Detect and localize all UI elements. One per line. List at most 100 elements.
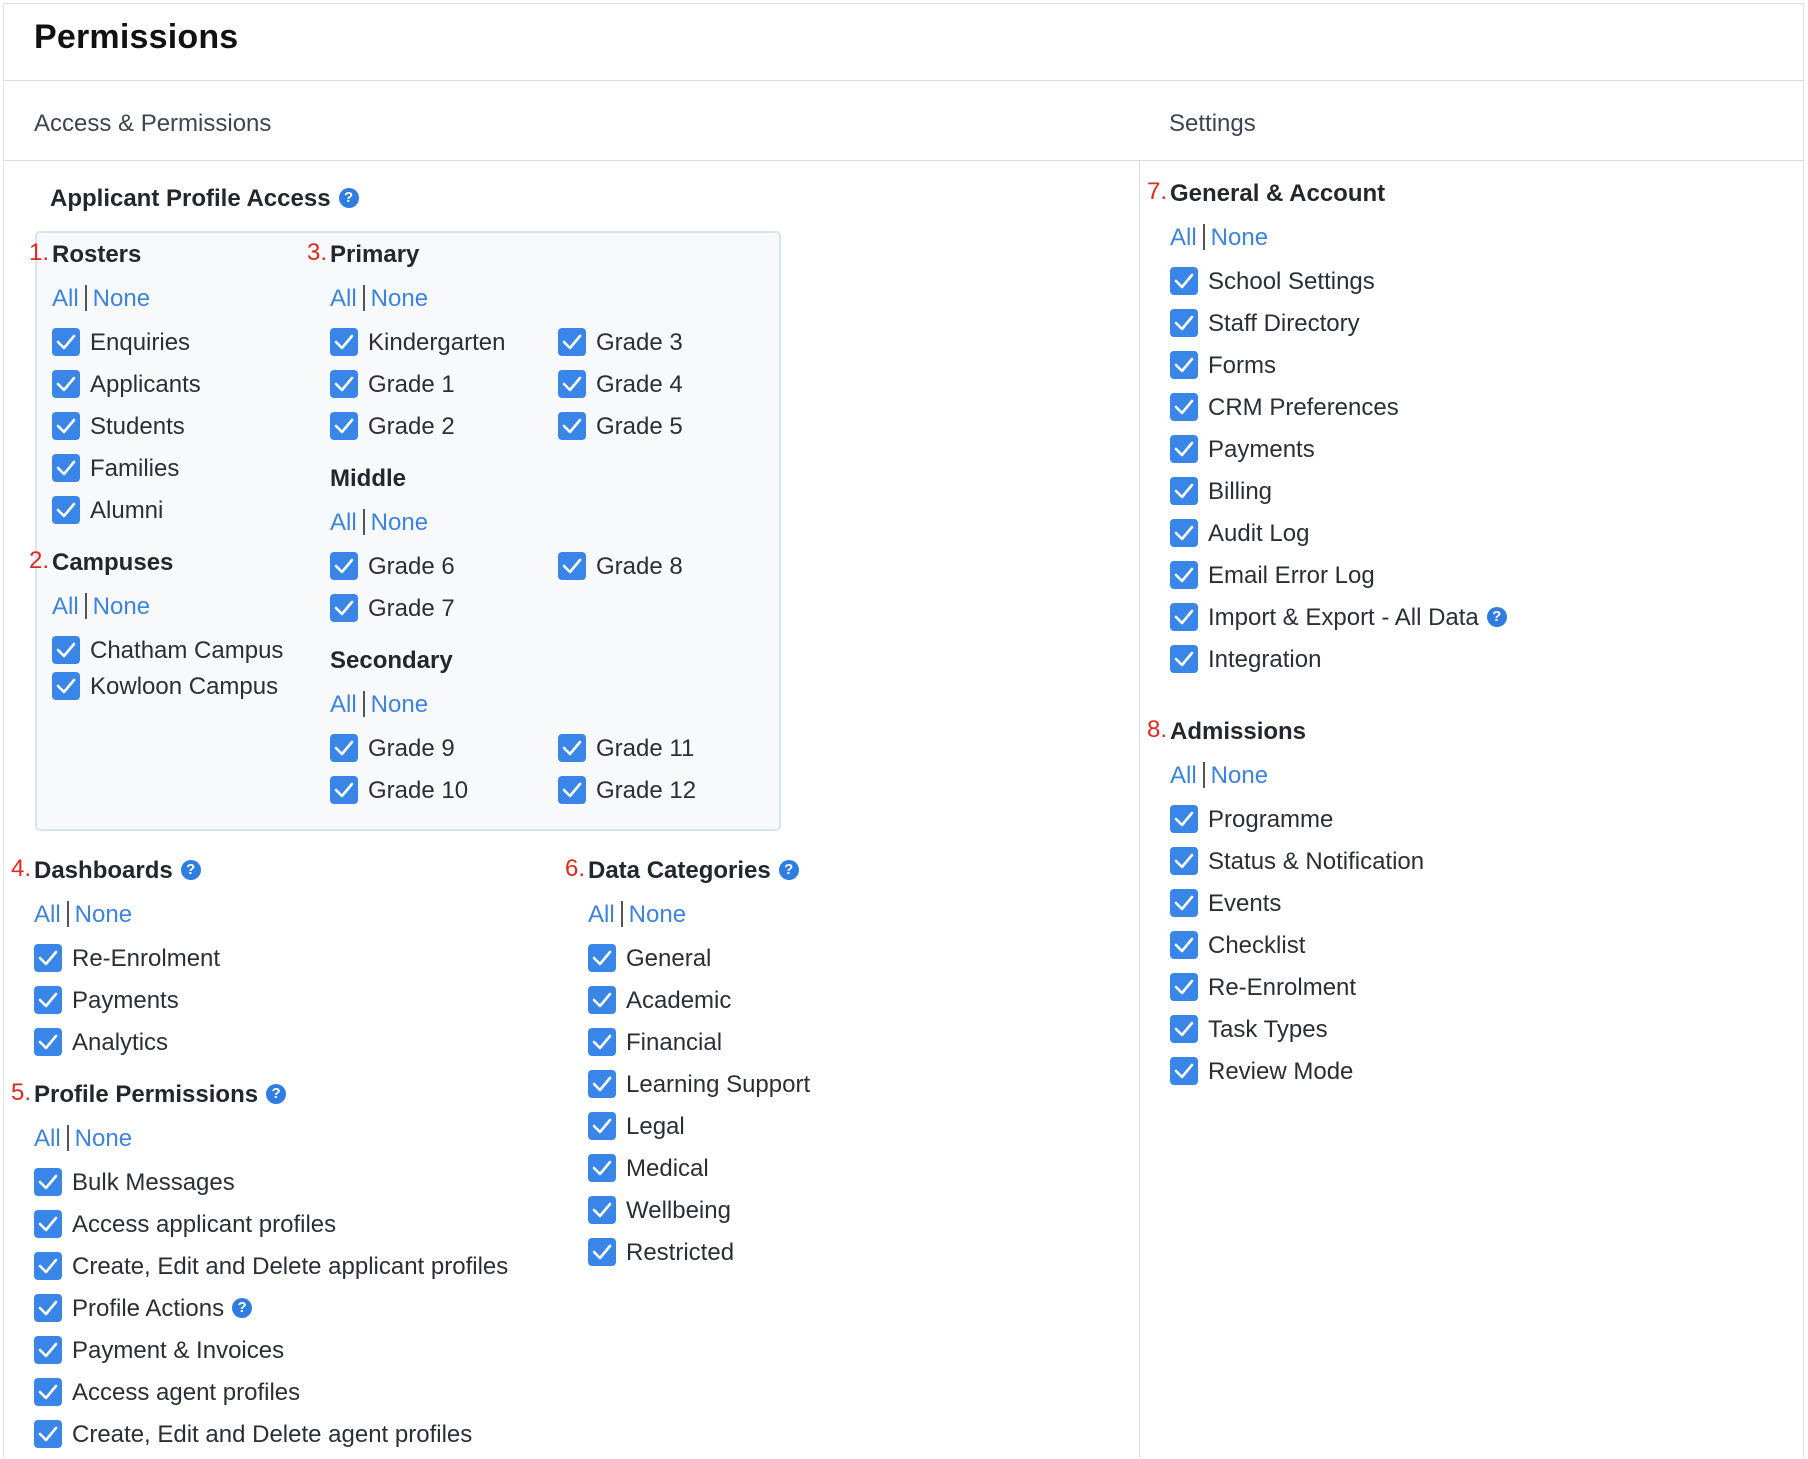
checkbox-item-medical[interactable]: Medical (588, 1151, 810, 1193)
checkbox-item-students[interactable]: Students (52, 409, 201, 451)
checked-checkbox[interactable] (1170, 602, 1198, 631)
checked-checkbox[interactable] (330, 369, 358, 398)
checked-checkbox[interactable] (330, 775, 358, 804)
checked-checkbox[interactable] (1170, 1056, 1198, 1085)
checkbox-item-grade-5[interactable]: Grade 5 (558, 409, 758, 451)
checkbox-item-payments[interactable]: Payments (1170, 432, 1507, 474)
checked-checkbox[interactable] (34, 943, 62, 972)
checked-checkbox[interactable] (52, 495, 80, 524)
select-none-link[interactable]: None (371, 691, 428, 718)
checkbox-item-wellbeing[interactable]: Wellbeing (588, 1193, 810, 1235)
checked-checkbox[interactable] (34, 1251, 62, 1280)
checked-checkbox[interactable] (588, 943, 616, 972)
checked-checkbox[interactable] (1170, 888, 1198, 917)
checkbox-item-learning-support[interactable]: Learning Support (588, 1067, 810, 1109)
checkbox-item-alumni[interactable]: Alumni (52, 493, 201, 535)
checkbox-item-task-types[interactable]: Task Types (1170, 1012, 1424, 1054)
checkbox-item-email-error-log[interactable]: Email Error Log (1170, 558, 1507, 600)
checked-checkbox[interactable] (1170, 476, 1198, 505)
select-none-link[interactable]: None (93, 285, 150, 312)
select-all-link[interactable]: All (34, 901, 61, 928)
question-circle-icon[interactable]: ? (180, 859, 201, 880)
checkbox-item-status-and-notification[interactable]: Status & Notification (1170, 844, 1424, 886)
checked-checkbox[interactable] (588, 1027, 616, 1056)
checkbox-item-review-mode[interactable]: Review Mode (1170, 1054, 1424, 1096)
select-all-link[interactable]: All (588, 901, 615, 928)
checked-checkbox[interactable] (1170, 434, 1198, 463)
checkbox-item-programme[interactable]: Programme (1170, 802, 1424, 844)
checked-checkbox[interactable] (588, 985, 616, 1014)
checked-checkbox[interactable] (34, 985, 62, 1014)
checked-checkbox[interactable] (330, 733, 358, 762)
checked-checkbox[interactable] (34, 1027, 62, 1056)
checkbox-item-staff-directory[interactable]: Staff Directory (1170, 306, 1507, 348)
checkbox-item-crm-preferences[interactable]: CRM Preferences (1170, 390, 1507, 432)
checkbox-item-school-settings[interactable]: School Settings (1170, 264, 1507, 306)
checkbox-item-restricted[interactable]: Restricted (588, 1235, 810, 1277)
checked-checkbox[interactable] (1170, 518, 1198, 547)
checkbox-item-grade-3[interactable]: Grade 3 (558, 325, 758, 367)
checkbox-item-applicants[interactable]: Applicants (52, 367, 201, 409)
checkbox-item-general[interactable]: General (588, 941, 810, 983)
checkbox-item-kowloon-campus[interactable]: Kowloon Campus (52, 669, 283, 705)
checked-checkbox[interactable] (34, 1209, 62, 1238)
checked-checkbox[interactable] (1170, 308, 1198, 337)
checked-checkbox[interactable] (52, 411, 80, 440)
checkbox-item-create-edit-and-delete-agent-profiles[interactable]: Create, Edit and Delete agent profiles (34, 1417, 508, 1459)
select-all-link[interactable]: All (1170, 762, 1197, 789)
checkbox-item-grade-1[interactable]: Grade 1 (330, 367, 558, 409)
select-all-link[interactable]: All (52, 285, 79, 312)
checkbox-item-grade-4[interactable]: Grade 4 (558, 367, 758, 409)
select-none-link[interactable]: None (371, 285, 428, 312)
select-all-link[interactable]: All (52, 593, 79, 620)
select-none-link[interactable]: None (93, 593, 150, 620)
select-all-link[interactable]: All (34, 1125, 61, 1152)
select-none-link[interactable]: None (75, 1125, 132, 1152)
checkbox-item-checklist[interactable]: Checklist (1170, 928, 1424, 970)
select-none-link[interactable]: None (1211, 762, 1268, 789)
checkbox-item-grade-6[interactable]: Grade 6 (330, 549, 558, 591)
checkbox-item-kindergarten[interactable]: Kindergarten (330, 325, 558, 367)
question-circle-icon[interactable]: ? (338, 187, 359, 208)
checkbox-item-re-enrolment[interactable]: Re-Enrolment (1170, 970, 1424, 1012)
checkbox-item-payments[interactable]: Payments (34, 983, 220, 1025)
checkbox-item-grade-9[interactable]: Grade 9 (330, 731, 558, 773)
checkbox-item-payment-and-invoices[interactable]: Payment & Invoices (34, 1333, 508, 1375)
checkbox-item-import-and-export-all-data[interactable]: Import & Export - All Data? (1170, 600, 1507, 642)
checkbox-item-grade-7[interactable]: Grade 7 (330, 591, 558, 633)
checkbox-item-events[interactable]: Events (1170, 886, 1424, 928)
checked-checkbox[interactable] (558, 551, 586, 580)
checked-checkbox[interactable] (558, 733, 586, 762)
checked-checkbox[interactable] (558, 369, 586, 398)
checked-checkbox[interactable] (588, 1111, 616, 1140)
checked-checkbox[interactable] (1170, 392, 1198, 421)
checked-checkbox[interactable] (588, 1237, 616, 1266)
checked-checkbox[interactable] (588, 1153, 616, 1182)
checked-checkbox[interactable] (34, 1167, 62, 1196)
checked-checkbox[interactable] (1170, 560, 1198, 589)
checkbox-item-forms[interactable]: Forms (1170, 348, 1507, 390)
select-none-link[interactable]: None (75, 901, 132, 928)
question-circle-icon[interactable]: ? (232, 1297, 253, 1318)
checkbox-item-families[interactable]: Families (52, 451, 201, 493)
checked-checkbox[interactable] (1170, 350, 1198, 379)
select-all-link[interactable]: All (330, 509, 357, 536)
checkbox-item-grade-10[interactable]: Grade 10 (330, 773, 558, 815)
checked-checkbox[interactable] (330, 411, 358, 440)
checkbox-item-enquiries[interactable]: Enquiries (52, 325, 201, 367)
checked-checkbox[interactable] (588, 1069, 616, 1098)
checkbox-item-re-enrolment[interactable]: Re-Enrolment (34, 941, 220, 983)
select-none-link[interactable]: None (1211, 224, 1268, 251)
checkbox-item-grade-12[interactable]: Grade 12 (558, 773, 758, 815)
checked-checkbox[interactable] (52, 635, 80, 664)
select-all-link[interactable]: All (1170, 224, 1197, 251)
checked-checkbox[interactable] (558, 775, 586, 804)
checked-checkbox[interactable] (34, 1335, 62, 1364)
checked-checkbox[interactable] (1170, 930, 1198, 959)
checked-checkbox[interactable] (1170, 972, 1198, 1001)
checked-checkbox[interactable] (52, 369, 80, 398)
question-circle-icon[interactable]: ? (266, 1083, 287, 1104)
checked-checkbox[interactable] (330, 593, 358, 622)
tab-settings[interactable]: Settings (1169, 110, 1256, 138)
checked-checkbox[interactable] (1170, 804, 1198, 833)
